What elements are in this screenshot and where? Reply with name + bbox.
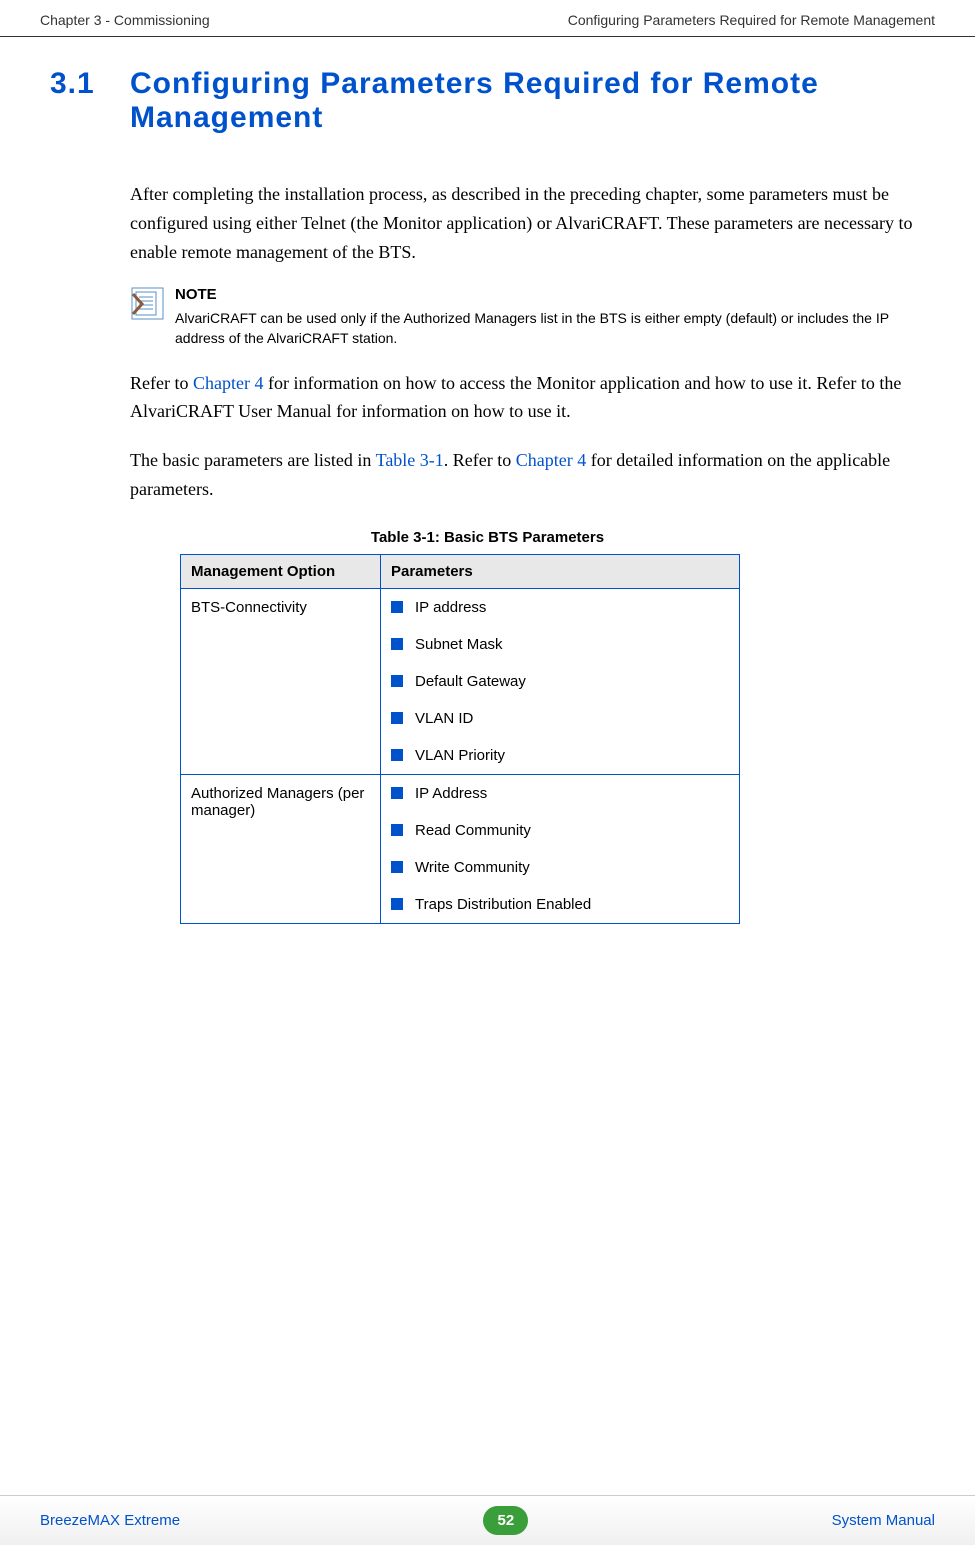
- param-list: IP address Subnet Mask Default Gateway V…: [391, 599, 729, 764]
- param-text: VLAN Priority: [415, 747, 505, 764]
- note-icon: [130, 286, 165, 321]
- table-header-col1: Management Option: [181, 554, 381, 588]
- table-cell-params: IP address Subnet Mask Default Gateway V…: [381, 588, 740, 774]
- section-heading: 3.1 Configuring Parameters Required for …: [50, 67, 925, 135]
- list-item: VLAN ID: [391, 700, 729, 737]
- list-item: Write Community: [391, 849, 729, 886]
- section-title: Configuring Parameters Required for Remo…: [130, 67, 925, 135]
- header-right: Configuring Parameters Required for Remo…: [568, 12, 935, 28]
- param-text: Traps Distribution Enabled: [415, 896, 591, 913]
- list-item: Traps Distribution Enabled: [391, 886, 729, 913]
- table-header-row: Management Option Parameters: [181, 554, 740, 588]
- param-text: Write Community: [415, 859, 530, 876]
- table-cell-option: Authorized Managers (per manager): [181, 774, 381, 923]
- bullet-icon: [391, 749, 403, 761]
- paragraph-3: The basic parameters are listed in Table…: [130, 446, 925, 504]
- bullet-icon: [391, 787, 403, 799]
- page-header: Chapter 3 - Commissioning Configuring Pa…: [0, 0, 975, 37]
- footer-left: BreezeMAX Extreme: [40, 1512, 180, 1529]
- table-row: Authorized Managers (per manager) IP Add…: [181, 774, 740, 923]
- param-list: IP Address Read Community Write Communit…: [391, 785, 729, 913]
- bullet-icon: [391, 712, 403, 724]
- chapter-4-link-2[interactable]: Chapter 4: [516, 450, 586, 470]
- param-text: Read Community: [415, 822, 531, 839]
- table-row: BTS-Connectivity IP address Subnet Mask …: [181, 588, 740, 774]
- table-cell-option: BTS-Connectivity: [181, 588, 381, 774]
- body-text: After completing the installation proces…: [130, 180, 925, 266]
- params-table: Management Option Parameters BTS-Connect…: [180, 554, 740, 924]
- list-item: IP Address: [391, 785, 729, 812]
- bullet-icon: [391, 675, 403, 687]
- note-text: AlvariCRAFT can be used only if the Auth…: [175, 309, 925, 348]
- note-label: NOTE: [175, 286, 925, 303]
- list-item: IP address: [391, 599, 729, 626]
- table-3-1-link[interactable]: Table 3-1: [376, 450, 444, 470]
- p3-text-b: . Refer to: [444, 450, 516, 470]
- paragraph-2: Refer to Chapter 4 for information on ho…: [130, 369, 925, 427]
- param-text: IP Address: [415, 785, 487, 802]
- table-header-col2: Parameters: [381, 554, 740, 588]
- chapter-4-link[interactable]: Chapter 4: [193, 373, 263, 393]
- p3-text-a: The basic parameters are listed in: [130, 450, 376, 470]
- list-item: Read Community: [391, 812, 729, 849]
- section-number: 3.1: [50, 67, 130, 101]
- list-item: VLAN Priority: [391, 737, 729, 764]
- param-text: VLAN ID: [415, 710, 473, 727]
- footer-right: System Manual: [832, 1512, 935, 1529]
- note-content: NOTE AlvariCRAFT can be used only if the…: [175, 286, 925, 348]
- paragraph-1: After completing the installation proces…: [130, 180, 925, 266]
- page-number-badge: 52: [483, 1506, 528, 1535]
- list-item: Subnet Mask: [391, 626, 729, 663]
- param-text: Default Gateway: [415, 673, 526, 690]
- header-left: Chapter 3 - Commissioning: [40, 12, 210, 28]
- body-text-2: Refer to Chapter 4 for information on ho…: [130, 369, 925, 504]
- page-content: 3.1 Configuring Parameters Required for …: [0, 37, 975, 924]
- bullet-icon: [391, 824, 403, 836]
- table-caption: Table 3-1: Basic BTS Parameters: [50, 529, 925, 546]
- bullet-icon: [391, 861, 403, 873]
- param-text: Subnet Mask: [415, 636, 503, 653]
- list-item: Default Gateway: [391, 663, 729, 700]
- page-footer: BreezeMAX Extreme 52 System Manual: [0, 1495, 975, 1545]
- param-text: IP address: [415, 599, 486, 616]
- table-cell-params: IP Address Read Community Write Communit…: [381, 774, 740, 923]
- bullet-icon: [391, 638, 403, 650]
- bullet-icon: [391, 601, 403, 613]
- note-block: NOTE AlvariCRAFT can be used only if the…: [130, 286, 925, 348]
- bullet-icon: [391, 898, 403, 910]
- p2-text-a: Refer to: [130, 373, 193, 393]
